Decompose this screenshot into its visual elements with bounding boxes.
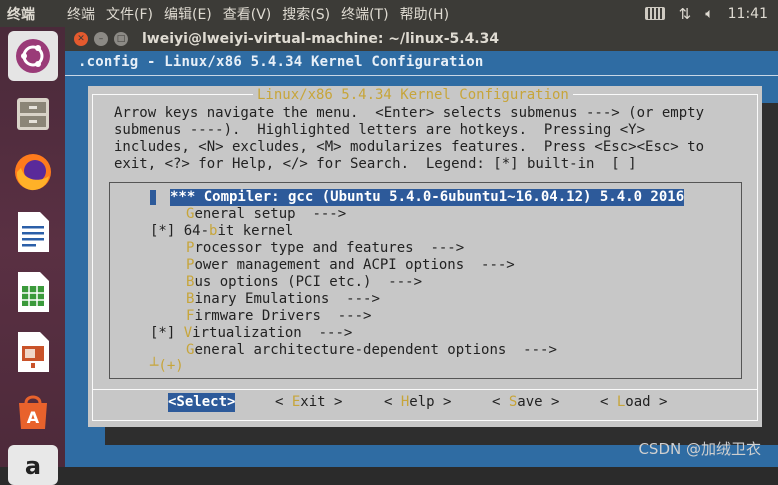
amazon-icon[interactable]: a bbox=[8, 445, 58, 485]
menu-file[interactable]: 文件(F) bbox=[106, 4, 153, 24]
select-button[interactable]: <Select> bbox=[168, 393, 236, 412]
exit-button[interactable]: < Exit > bbox=[275, 393, 342, 412]
files-icon[interactable] bbox=[8, 89, 58, 139]
system-indicators: ⇅ 🔈︎ 11:41 bbox=[644, 0, 768, 27]
menu-help[interactable]: 帮助(H) bbox=[400, 4, 449, 24]
clock[interactable]: 11:41 bbox=[728, 6, 768, 22]
menu-item-general-arch[interactable]: General architecture-dependent options -… bbox=[186, 342, 557, 359]
window-titlebar[interactable]: ✕ – □ lweiyi@lweiyi-virtual-machine: ~/l… bbox=[65, 27, 778, 51]
minimize-icon[interactable]: – bbox=[94, 32, 108, 46]
menu-item-bus[interactable]: Bus options (PCI etc.) ---> bbox=[186, 274, 422, 291]
window-title: lweiyi@lweiyi-virtual-machine: ~/linux-5… bbox=[142, 31, 500, 47]
menu-item-processor[interactable]: Processor type and features ---> bbox=[186, 240, 464, 257]
software-center-icon[interactable]: A bbox=[8, 387, 58, 437]
menu-item-64bit[interactable]: [*] 64-bit kernel bbox=[150, 223, 293, 240]
menu-item-power[interactable]: Power management and ACPI options ---> bbox=[186, 257, 515, 274]
app-menu: 终端 文件(F) 编辑(E) 查看(V) 搜索(S) 终端(T) 帮助(H) bbox=[67, 4, 460, 24]
help-text: Arrow keys navigate the menu. <Enter> se… bbox=[114, 105, 705, 172]
keyboard-icon[interactable] bbox=[644, 7, 665, 20]
launcher: A a bbox=[0, 27, 65, 485]
firefox-icon[interactable] bbox=[8, 147, 58, 197]
menu-item-firmware[interactable]: Firmware Drivers ---> bbox=[186, 308, 371, 325]
selection-marker bbox=[150, 190, 156, 205]
writer-icon[interactable] bbox=[8, 207, 58, 257]
more-items-indicator: ┴(+) bbox=[150, 358, 184, 374]
active-app-name[interactable]: 终端 bbox=[0, 4, 67, 24]
dialog-title: Linux/x86 5.4.34 Kernel Configuration bbox=[253, 87, 573, 104]
network-icon[interactable]: ⇅ bbox=[679, 5, 692, 23]
svg-text:a: a bbox=[25, 452, 41, 480]
load-button[interactable]: < Load > bbox=[600, 393, 667, 412]
watermark: CSDN @加绒卫衣 bbox=[638, 440, 761, 458]
menuconfig-dialog: Linux/x86 5.4.34 Kernel Configuration Ar… bbox=[88, 86, 762, 427]
header-rule bbox=[65, 75, 778, 76]
menu-list: *** Compiler: gcc (Ubuntu 5.4.0-6ubuntu1… bbox=[109, 182, 742, 379]
impress-icon[interactable] bbox=[8, 327, 58, 377]
menu-view[interactable]: 查看(V) bbox=[223, 4, 272, 24]
close-icon[interactable]: ✕ bbox=[74, 32, 88, 46]
maximize-icon[interactable]: □ bbox=[114, 32, 128, 46]
menu-item-virtualization[interactable]: [*] Virtualization ---> bbox=[150, 325, 352, 342]
config-header: .config - Linux/x86 5.4.34 Kernel Config… bbox=[78, 54, 484, 70]
ubuntu-logo-icon[interactable] bbox=[8, 31, 58, 81]
menu-item-compiler[interactable]: *** Compiler: gcc (Ubuntu 5.4.0-6ubuntu1… bbox=[170, 189, 685, 206]
top-panel: 终端 终端 文件(F) 编辑(E) 查看(V) 搜索(S) 终端(T) 帮助(H… bbox=[0, 0, 778, 27]
button-separator bbox=[92, 389, 758, 390]
menu-terminal[interactable]: 终端 bbox=[67, 4, 95, 24]
svg-text:A: A bbox=[27, 408, 40, 427]
menu-search[interactable]: 搜索(S) bbox=[282, 4, 330, 24]
volume-icon[interactable]: 🔈︎ bbox=[705, 6, 713, 22]
help-button[interactable]: < Help > bbox=[384, 393, 451, 412]
calc-icon[interactable] bbox=[8, 267, 58, 317]
save-button[interactable]: < Save > bbox=[492, 393, 559, 412]
dialog-shadow-right bbox=[762, 103, 778, 445]
menu-item-binary[interactable]: Binary Emulations ---> bbox=[186, 291, 380, 308]
menu-edit[interactable]: 编辑(E) bbox=[164, 4, 212, 24]
menu-terminal-t[interactable]: 终端(T) bbox=[341, 4, 388, 24]
menu-item-general-setup[interactable]: General setup ---> bbox=[186, 206, 346, 223]
button-bar: <Select> < Exit > < Help > < Save > < Lo… bbox=[88, 393, 762, 413]
